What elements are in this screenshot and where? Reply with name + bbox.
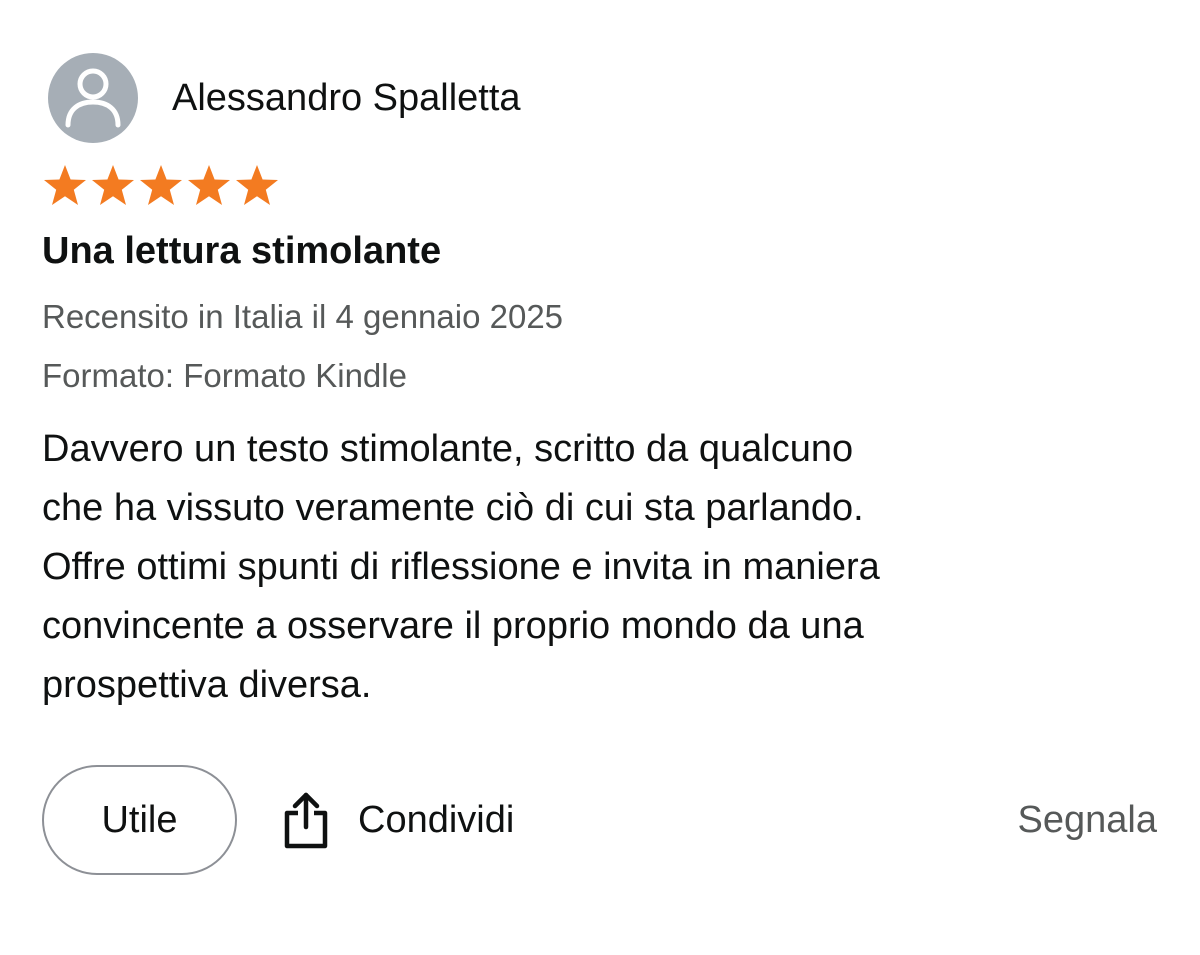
star-icon — [234, 163, 280, 207]
review-body-line: prospettiva diversa. — [42, 664, 372, 706]
review-body-line: convincente a osservare il proprio mondo… — [42, 605, 864, 647]
share-button[interactable]: Condividi — [282, 791, 514, 849]
reviewer-profile[interactable]: Alessandro Spalletta — [48, 52, 521, 144]
star-icon — [186, 163, 232, 207]
avatar[interactable] — [48, 53, 138, 143]
default-user-icon — [65, 68, 121, 128]
reviewer-name[interactable]: Alessandro Spalletta — [172, 77, 521, 120]
star-icon — [90, 163, 136, 207]
review-format: Formato: Formato Kindle — [42, 357, 407, 394]
star-icon — [42, 163, 88, 207]
star-rating — [42, 163, 280, 207]
helpful-button[interactable]: Utile — [42, 765, 237, 875]
review-body: Davvero un testo stimolante, scritto da … — [42, 420, 1172, 715]
share-label[interactable]: Condividi — [358, 799, 514, 842]
review-body-line: che ha vissuto veramente ciò di cui sta … — [42, 487, 864, 529]
review-title: Una lettura stimolante — [42, 230, 442, 272]
review-card: Alessandro Spalletta Una lettura stimola… — [0, 0, 1200, 955]
review-body-line: Offre ottimi spunti di riflessione e inv… — [42, 546, 880, 588]
review-body-line: Davvero un testo stimolante, scritto da … — [42, 428, 854, 470]
report-link[interactable]: Segnala — [1018, 799, 1157, 842]
share-icon[interactable] — [282, 791, 330, 849]
review-date: Recensito in Italia il 4 gennaio 2025 — [42, 298, 564, 335]
review-actions: Utile Condividi Segnala — [42, 765, 1157, 879]
star-icon — [138, 163, 184, 207]
